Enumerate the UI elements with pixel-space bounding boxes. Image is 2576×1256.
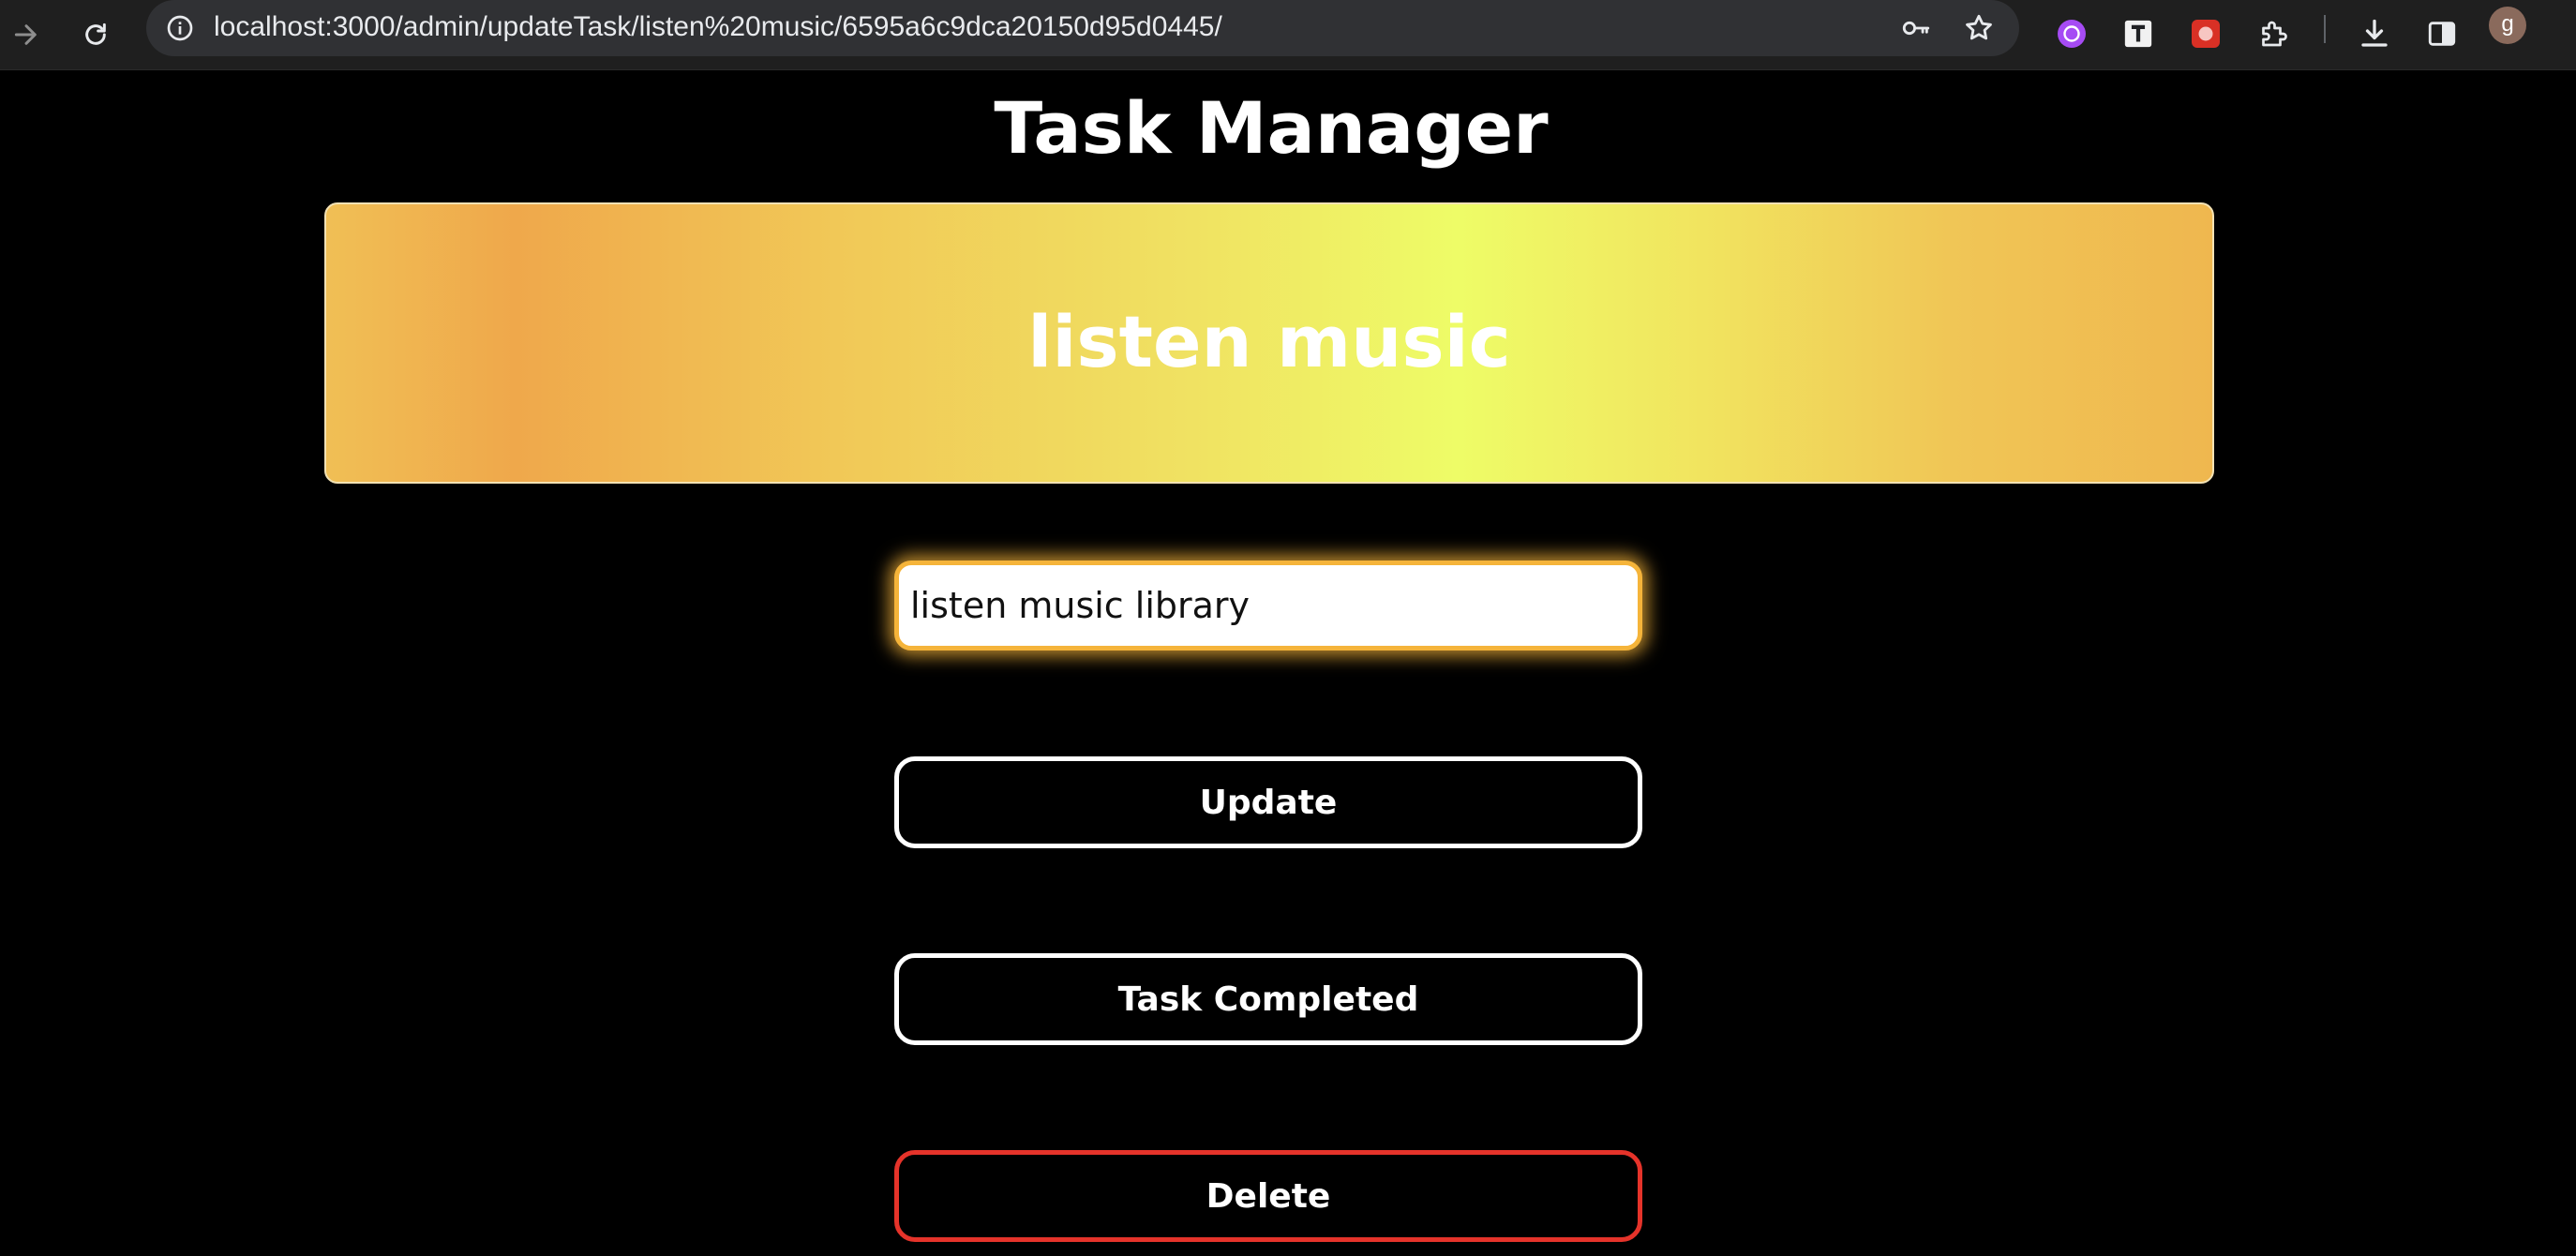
- t-extension-icon[interactable]: [2112, 7, 2164, 60]
- task-name: listen music: [1027, 299, 1511, 383]
- key-icon[interactable]: [1895, 7, 1937, 49]
- side-panel-icon[interactable]: [2416, 7, 2468, 60]
- profile-avatar[interactable]: g: [2489, 7, 2526, 44]
- toolbar-divider: [2324, 15, 2326, 43]
- browser-toolbar: localhost:3000/admin/updateTask/listen%2…: [0, 0, 2576, 70]
- task-card: listen music: [324, 202, 2214, 484]
- red-extension-icon[interactable]: [2179, 7, 2232, 60]
- purple-extension-icon[interactable]: [2045, 7, 2098, 60]
- reload-icon[interactable]: [69, 8, 122, 61]
- star-icon[interactable]: [1958, 7, 1999, 49]
- delete-button[interactable]: Delete: [894, 1150, 1642, 1242]
- task-completed-button[interactable]: Task Completed: [894, 953, 1642, 1045]
- url-text[interactable]: localhost:3000/admin/updateTask/listen%2…: [214, 0, 1222, 56]
- update-button[interactable]: Update: [894, 756, 1642, 848]
- page-title: Task Manager: [994, 86, 1549, 170]
- arrow-right-icon[interactable]: [0, 8, 52, 61]
- address-bar[interactable]: localhost:3000/admin/updateTask/listen%2…: [146, 0, 2019, 56]
- download-icon[interactable]: [2348, 7, 2401, 60]
- task-name-input[interactable]: [894, 561, 1642, 650]
- info-icon[interactable]: [159, 7, 201, 49]
- puzzle-extension-icon[interactable]: [2247, 7, 2299, 60]
